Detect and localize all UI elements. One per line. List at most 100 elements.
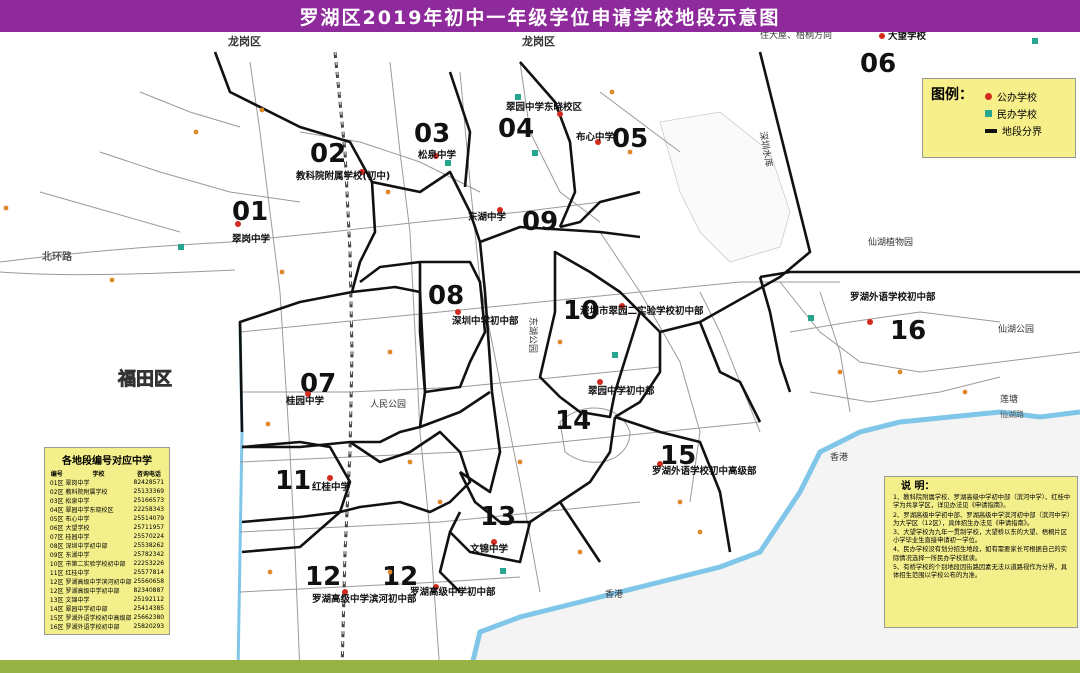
table-cell: 13区 xyxy=(49,597,64,604)
table-cell: 22253226 xyxy=(133,560,165,567)
school-name-06: 大望学校 xyxy=(888,32,927,42)
table-cell: 25538262 xyxy=(133,542,165,549)
xianhu-label: 仙湖植物园 xyxy=(868,236,913,248)
school-marker-01[interactable] xyxy=(235,221,241,227)
zone-number-16: 16 xyxy=(890,316,926,346)
zone-number-08: 08 xyxy=(428,281,464,311)
table-row: 08区 深圳中学初中部 25538262 xyxy=(49,541,165,550)
zone-number-02: 02 xyxy=(310,139,346,169)
table-cell: 82428571 xyxy=(133,479,165,486)
school-marker-06[interactable] xyxy=(879,33,885,39)
xianhu-park-label: 仙湖公园 xyxy=(998,323,1034,335)
private-school-marker[interactable] xyxy=(445,160,451,166)
zone-number-12: 12 xyxy=(305,562,341,592)
table-cell: 01区 xyxy=(49,480,64,487)
table-cell: 09区 xyxy=(49,552,64,559)
legend-boundary-label: 地段分界 xyxy=(1002,127,1042,138)
table-cell: 25662380 xyxy=(133,614,165,621)
zone-school-table: 各地段编号对应中学 编号 学校 咨询电话 01区 翠岗中学 82428571 02区教… xyxy=(44,447,170,635)
table-row: 13区 文锦中学 25192112 xyxy=(49,595,165,604)
table-cell: 15区 xyxy=(49,615,64,622)
table-cell: 08区 xyxy=(49,543,64,550)
private-school-marker[interactable] xyxy=(1032,38,1038,44)
table-cell: 罗湖高级中学初中部 xyxy=(65,588,120,595)
table-cell: 12区 xyxy=(49,588,64,595)
legend-public: 公办学校 xyxy=(985,89,1037,104)
table-cell: 桂园中学 xyxy=(65,534,90,541)
table-cell: 翠园中学初中部 xyxy=(65,606,108,613)
direction-label: 住大屋、梧桐方向 xyxy=(760,32,832,41)
table-cell: 东湖中学 xyxy=(65,552,90,559)
school-name-13: 文锦中学 xyxy=(469,543,509,555)
note-item: 4、民办学校没有划分招生地段，如有需要家长可根据自己的实际情况选择一所民办学校就… xyxy=(893,546,1068,562)
private-school-marker[interactable] xyxy=(500,568,506,574)
table-header: 学校 xyxy=(92,471,105,478)
donghu-park-label: 东湖公园 xyxy=(527,317,539,353)
table-row: 15区 罗湖外语学校初中高级部 25662380 xyxy=(49,613,165,622)
table-row: 03区 松泉中学 25166573 xyxy=(49,496,165,505)
school-marker-11[interactable] xyxy=(327,475,333,481)
table-cell: 16区 xyxy=(49,624,64,631)
private-school-marker[interactable] xyxy=(515,94,521,100)
table-row: 09区 东湖中学 25782342 xyxy=(49,550,165,559)
table-cell: 25514079 xyxy=(133,515,165,522)
school-marker-08[interactable] xyxy=(455,309,461,315)
private-school-marker[interactable] xyxy=(612,352,618,358)
table-row: 07区 桂园中学 25570224 xyxy=(49,532,165,541)
futian-district-label: 福田区 xyxy=(117,368,172,390)
table-cell: 06区 xyxy=(49,525,64,532)
school-name-08: 深圳中学初中部 xyxy=(452,315,519,327)
table-title: 各地段编号对应中学 xyxy=(62,456,152,467)
table-cell: 25166573 xyxy=(133,497,165,504)
zone-number-11: 11 xyxy=(275,466,311,496)
school-marker-16[interactable] xyxy=(867,319,873,325)
table-cell: 罗湖外语学校初中高级部 xyxy=(65,615,132,622)
table-cell: 07区 xyxy=(49,534,64,541)
zone-number-05: 05 xyxy=(612,124,648,154)
note-item: 5、有桥学校的个别地段因街路因素无法以道路视作为分界，具体招生范围以学校公布的为… xyxy=(893,563,1068,580)
table-cell: 市第二实验学校初中部 xyxy=(65,561,126,568)
table-row: 06区 大望学校 25711957 xyxy=(49,523,165,532)
renmin-park-label: 人民公园 xyxy=(370,399,406,410)
private-school-marker[interactable] xyxy=(178,244,184,250)
school-marker-14[interactable] xyxy=(597,379,603,385)
table-cell: 25560658 xyxy=(133,578,165,585)
school-name-07: 桂园中学 xyxy=(285,395,325,407)
zone-table: 编号 学校 咨询电话 01区 翠岗中学 82428571 02区 教科院附属学校 2513… xyxy=(49,469,165,631)
school-name-14: 翠园中学初中部 xyxy=(588,385,655,397)
zone-number-09: 09 xyxy=(522,207,558,237)
north-ring-road-label: 北环路 xyxy=(42,250,73,263)
table-cell: 05区 xyxy=(49,516,64,523)
longgang-left-label: 龙岗区 xyxy=(227,34,261,48)
notes-title: 说 明： xyxy=(901,481,935,492)
table-cell: 11区 xyxy=(49,570,64,577)
school-name-04: 翠园中学东晓校区 xyxy=(506,101,583,113)
bottom-bar xyxy=(0,660,1080,673)
table-cell: 04区 xyxy=(49,507,64,514)
private-school-marker[interactable] xyxy=(808,315,814,321)
table-cell: 14区 xyxy=(49,606,64,613)
table-cell: 02区 xyxy=(49,489,64,496)
table-cell: 03区 xyxy=(49,498,64,505)
note-item: 3、大望学校为九年一贯制学校，大望桥以东的大望、梧桐片区小学毕业生直接申请初一学… xyxy=(893,529,1068,545)
zone-number-14: 14 xyxy=(555,406,591,436)
table-cell: 罗湖外语学校初中部 xyxy=(65,624,120,631)
table-row: 02区 教科院附属学校 25133369 xyxy=(49,487,165,496)
school-name-12a: 罗湖高级中学滨河初中部 xyxy=(312,593,417,605)
table-cell: 25192112 xyxy=(133,596,165,603)
table-cell: 教科院附属学校 xyxy=(65,489,108,496)
school-name-16: 罗湖外语学校初中部 xyxy=(850,291,936,303)
private-school-marker[interactable] xyxy=(532,150,538,156)
table-cell: 大望学校 xyxy=(65,525,90,532)
table-row: 10区 市第二实验学校初中部 22253226 xyxy=(49,559,165,568)
table-cell: 82340887 xyxy=(133,587,165,594)
table-row: 12区 罗湖高级中学初中部 82340887 xyxy=(49,586,165,595)
liantang-label: 莲塘 xyxy=(1000,393,1018,405)
school-name-12b: 罗湖高级中学初中部 xyxy=(410,586,496,598)
school-name-05: 布心中学 xyxy=(575,131,615,143)
table-cell: 25782342 xyxy=(133,551,165,558)
zone-number-04: 04 xyxy=(498,114,534,144)
table-row: 12区 罗湖高级中学滨河初中部 25560658 xyxy=(49,577,165,586)
table-cell: 文锦中学 xyxy=(65,597,90,604)
legend-box: 图例： 公办学校 民办学校 地段分界 xyxy=(922,78,1076,158)
